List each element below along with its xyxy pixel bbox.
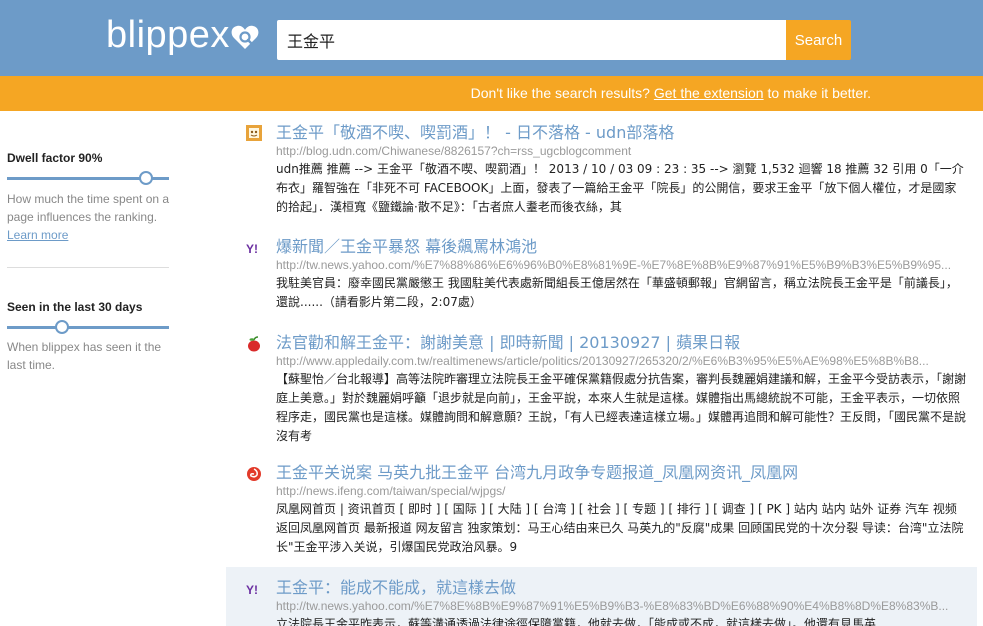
result-title-link[interactable]: 王金平「敬酒不喫、喫罰酒」！ - 日不落格 - udn部落格 xyxy=(276,123,977,143)
seen-slider-handle[interactable] xyxy=(55,320,69,334)
filter-sidebar: Dwell factor 90% How much the time spent… xyxy=(0,111,175,626)
blippex-logo[interactable]: blippex xyxy=(106,14,230,57)
result-snippet: udn推薦 推薦 --> 王金平「敬酒不喫、喫罰酒」！ 2013 / 10 / … xyxy=(276,162,964,214)
banner-text: Don't like the search results? Get the e… xyxy=(471,85,871,101)
dwell-factor-filter: Dwell factor 90% How much the time spent… xyxy=(7,151,169,242)
seen-filter-description: When blippex has seen it the last time. xyxy=(7,340,162,372)
result-url: http://blog.udn.com/Chiwanese/8826157?ch… xyxy=(276,144,632,158)
heart-search-logo-icon xyxy=(231,25,259,49)
apple-icon xyxy=(248,336,260,352)
result-snippet: 立法院長王金平昨表示，蘇等溝通透過法律途徑保障黨籍，他就去做，「能成或不成，就這… xyxy=(276,617,877,626)
banner-suffix: to make it better. xyxy=(767,85,872,101)
result-url: http://www.appledaily.com.tw/realtimenew… xyxy=(276,354,929,368)
top-header: blippex Search xyxy=(0,0,983,76)
search-result: 王金平关说案 马英九批王金平 台湾九月政争专题报道_凤凰网资讯_凤凰网 http… xyxy=(226,463,977,557)
dwell-factor-description: How much the time spent on a page influe… xyxy=(7,190,172,244)
search-button[interactable]: Search xyxy=(786,20,851,60)
search-result: 王金平「敬酒不喫、喫罰酒」！ - 日不落格 - udn部落格 http://bl… xyxy=(226,123,977,217)
seen-filter-title: Seen in the last 30 days xyxy=(7,300,143,314)
extension-banner: Don't like the search results? Get the e… xyxy=(0,76,983,111)
banner-prefix: Don't like the search results? xyxy=(470,85,650,101)
result-snippet: 凤凰网首页 | 资讯首页 [ 即时 ] [ 国际 ] [ 大陆 ] [ 台湾 ]… xyxy=(276,502,964,554)
get-extension-link[interactable]: Get the extension xyxy=(654,85,764,101)
learn-more-link[interactable]: Learn more xyxy=(7,228,68,242)
result-snippet: 我駐美官員：廢幸國民黨嚴懲王 我國駐美代表處新聞組長王億居然在「華盛頓郵報」官網… xyxy=(276,276,958,309)
result-title-link[interactable]: 王金平：能成不能成，就這樣去做 xyxy=(276,578,977,598)
search-input[interactable] xyxy=(277,20,787,60)
dwell-factor-slider-handle[interactable] xyxy=(139,171,153,185)
sidebar-divider xyxy=(7,267,169,268)
search-result: 法官勸和解王金平：謝謝美意 | 即時新聞 | 20130927 | 蘋果日報 h… xyxy=(226,333,977,446)
udn-favicon-icon xyxy=(246,125,262,141)
result-url: http://tw.news.yahoo.com/%E7%8E%8B%E9%87… xyxy=(276,599,949,613)
result-url: http://tw.news.yahoo.com/%E7%88%86%E6%96… xyxy=(276,258,952,272)
result-url: http://news.ifeng.com/taiwan/special/wjp… xyxy=(276,484,506,498)
dwell-desc-text: How much the time spent on a page influe… xyxy=(7,192,170,224)
svg-text:Y!: Y! xyxy=(246,242,258,256)
result-snippet: 【蘇聖怡／台北報導】高等法院昨審理立法院長王金平確保黨籍假處分抗告案，審判長魏麗… xyxy=(276,372,967,443)
yahoo-icon: Y! xyxy=(246,242,258,256)
seen-last-30-days-filter: Seen in the last 30 days When blippex ha… xyxy=(7,300,169,372)
result-title-link[interactable]: 王金平关说案 马英九批王金平 台湾九月政争专题报道_凤凰网资讯_凤凰网 xyxy=(276,463,977,483)
ifeng-icon xyxy=(247,467,261,481)
search-result: Y! 爆新聞／王金平暴怒 幕後飆罵林鴻池 http://tw.news.yaho… xyxy=(226,237,977,312)
yahoo-icon: Y! xyxy=(246,583,258,597)
svg-text:Y!: Y! xyxy=(246,583,258,597)
result-title-link[interactable]: 法官勸和解王金平：謝謝美意 | 即時新聞 | 20130927 | 蘋果日報 xyxy=(276,333,977,353)
search-result: Y! 王金平：能成不能成，就這樣去做 http://tw.news.yahoo.… xyxy=(226,567,977,626)
result-title-link[interactable]: 爆新聞／王金平暴怒 幕後飆罵林鴻池 xyxy=(276,237,977,257)
seen-slider-track[interactable] xyxy=(7,326,169,329)
dwell-factor-title: Dwell factor 90% xyxy=(7,151,103,165)
search-results: 王金平「敬酒不喫、喫罰酒」！ - 日不落格 - udn部落格 http://bl… xyxy=(226,111,983,626)
